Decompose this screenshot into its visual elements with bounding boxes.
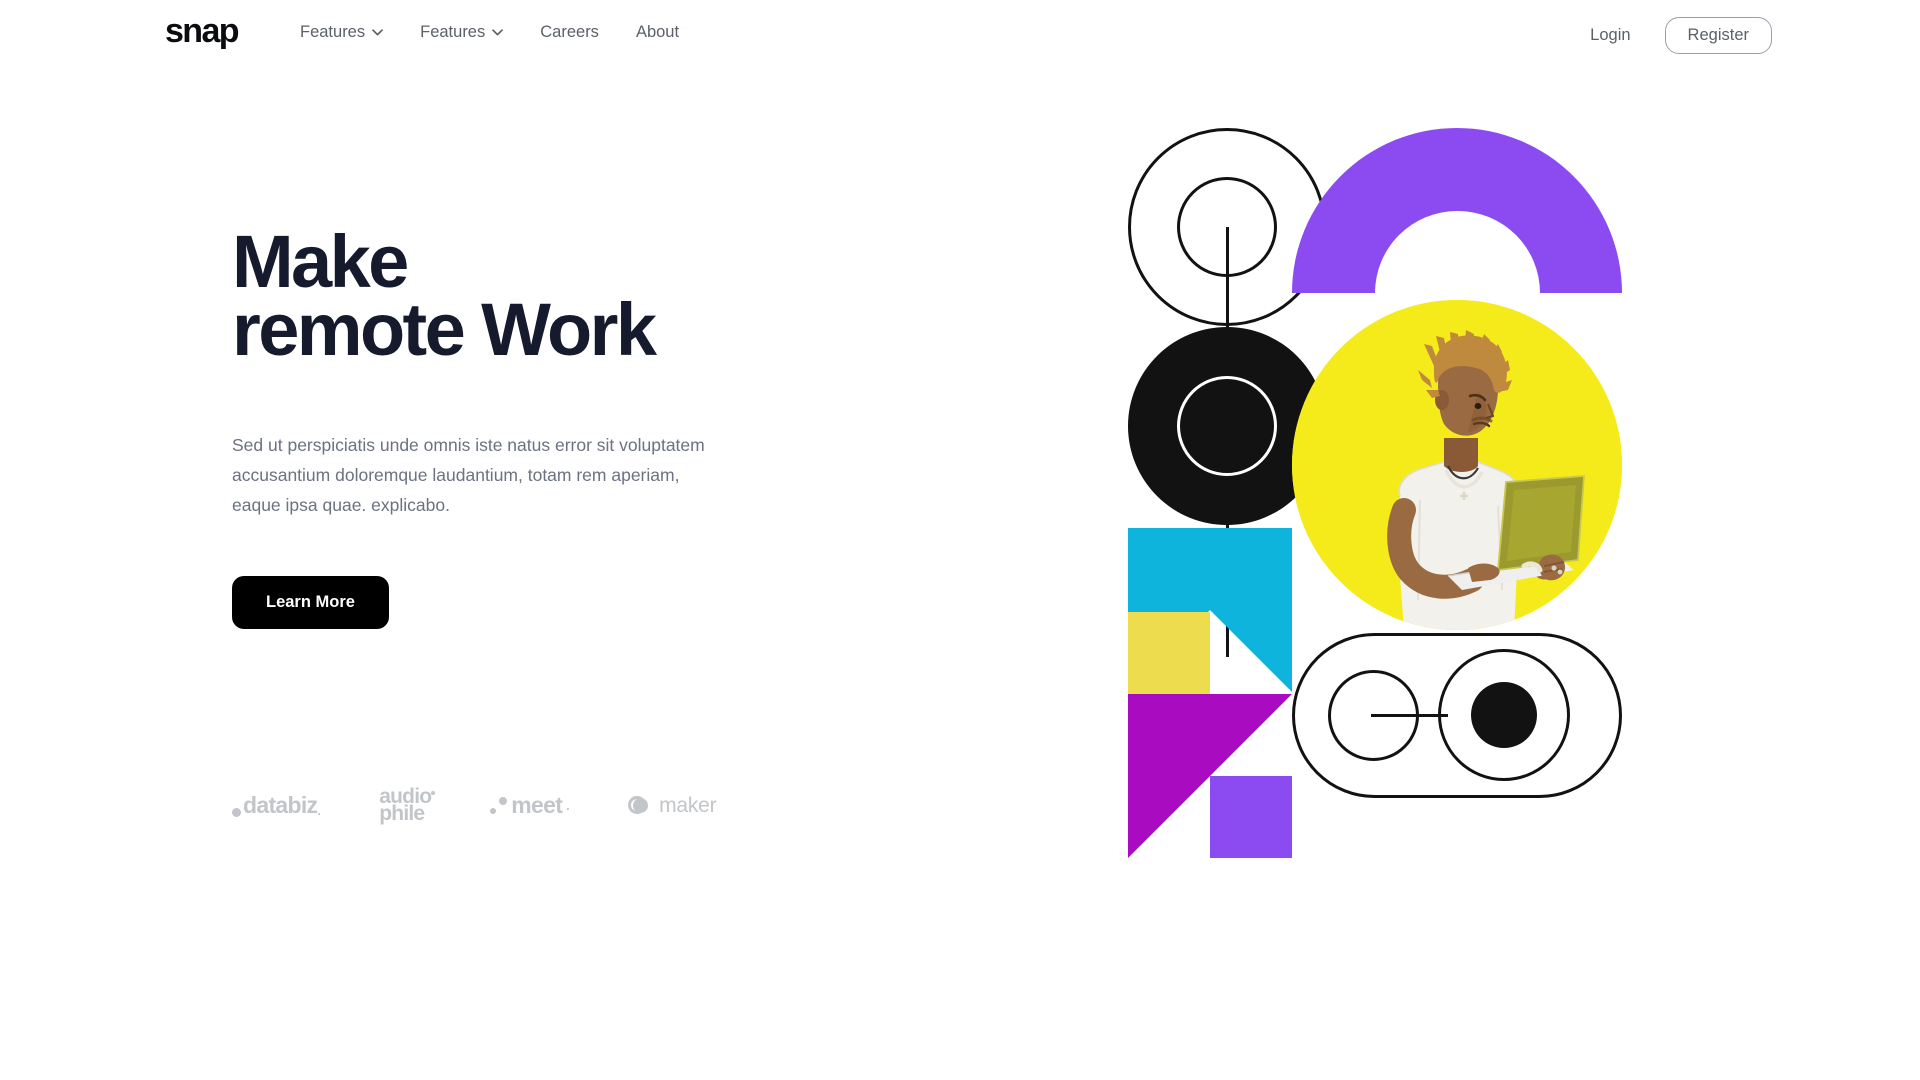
chevron-down-icon — [492, 29, 504, 36]
client-logo-databiz: databiz. — [232, 791, 321, 818]
audiophile-line2: phile — [379, 802, 425, 826]
nav-label: Features — [420, 23, 486, 41]
white-ring-on-black-icon — [1177, 376, 1277, 476]
meet-tick: . — [566, 797, 570, 813]
toggle-connector-line-icon — [1371, 714, 1448, 718]
nav-item-features-1[interactable]: Features — [300, 24, 383, 41]
nav-item-careers[interactable]: Careers — [540, 24, 599, 41]
client-logo-meet: meet. — [490, 791, 570, 818]
meet-dot-large-icon — [499, 796, 508, 805]
chevron-down-icon — [372, 29, 383, 36]
client-logo-audiophile: audio phile — [379, 786, 436, 826]
hero-artwork — [1128, 128, 1740, 940]
hero-description: Sed ut perspiciatis unde omnis iste natu… — [232, 435, 705, 516]
nav-label: About — [635, 23, 680, 41]
learn-more-button[interactable]: Learn More — [232, 576, 389, 629]
meet-label: meet — [511, 791, 563, 818]
client-logo-maker: maker — [628, 793, 717, 817]
nav-item-about[interactable]: About — [636, 24, 679, 41]
yellow-square-icon — [1128, 612, 1210, 694]
databiz-label: databiz — [243, 791, 318, 818]
maker-rings-icon — [628, 794, 650, 816]
client-logo-row: databiz. audio phile meet. maker — [232, 786, 717, 826]
auth-actions: Login Register — [1588, 17, 1772, 54]
brand-logo[interactable]: snap — [165, 14, 240, 48]
page-title: Make remote Work — [232, 220, 657, 372]
nav-label: Features — [300, 23, 366, 41]
databiz-tick: . — [317, 802, 321, 818]
person-with-laptop-illustration — [1387, 330, 1585, 630]
databiz-dot-icon — [232, 807, 241, 817]
site-header: snap Features Features Careers About Log… — [0, 0, 1920, 72]
audiophile-dot-icon — [431, 791, 436, 795]
maker-label: maker — [659, 793, 717, 817]
meet-dot-small-icon — [490, 807, 497, 814]
register-button[interactable]: Register — [1664, 17, 1772, 54]
landing-page: snap Features Features Careers About Log… — [0, 0, 1920, 1080]
login-link[interactable]: Login — [1588, 18, 1632, 53]
toggle-knob-dot-icon — [1471, 682, 1537, 748]
nav-item-features-2[interactable]: Features — [420, 23, 504, 41]
nav-label: Careers — [540, 23, 599, 41]
hero-photo-circle — [1292, 300, 1622, 630]
primary-nav: Features Features Careers About — [300, 24, 679, 41]
hero-content: Make remote Work Sed ut perspiciatis und… — [232, 220, 772, 629]
purple-square-icon — [1210, 776, 1292, 858]
